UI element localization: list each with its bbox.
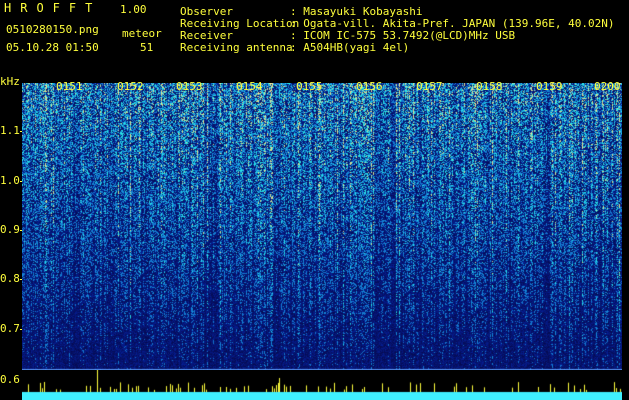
time-tick-label: 0152 <box>117 80 144 93</box>
time-tick-label: 0154 <box>236 80 263 93</box>
y-tick-label: 0.7 <box>0 322 20 335</box>
time-tick-label: 0156 <box>356 80 383 93</box>
time-tick-label: 0159 <box>536 80 563 93</box>
info-value-antenna: : A504HB(yagi 4el) <box>290 41 410 54</box>
y-tick-label: 0.9 <box>0 223 20 236</box>
power-trace <box>22 370 622 400</box>
app-name: HROFFT <box>4 1 102 15</box>
meteor-label: meteor <box>122 27 162 40</box>
y-tick-label: 1.0 <box>0 174 20 187</box>
y-tick-label: 0.6 <box>0 373 20 386</box>
info-label-antenna: Receiving antenna <box>180 41 293 54</box>
spectrogram <box>22 83 622 373</box>
y-axis-unit: kHz <box>0 75 20 88</box>
y-tick-label: 1.1 <box>0 124 20 137</box>
time-tick-label: 0200 <box>594 80 621 93</box>
time-tick-label: 0158 <box>476 80 503 93</box>
meteor-count: 51 <box>140 41 154 54</box>
app-version: 1.00 <box>120 3 147 16</box>
time-tick-label: 0151 <box>56 80 83 93</box>
time-tick-label: 0157 <box>416 80 443 93</box>
datetime: 05.10.28 01:50 <box>6 41 99 54</box>
time-tick-label: 0155 <box>296 80 323 93</box>
y-tick-label: 0.8 <box>0 272 20 285</box>
time-tick-label: 0153 <box>176 80 203 93</box>
filename: 0510280150.png <box>6 23 99 36</box>
